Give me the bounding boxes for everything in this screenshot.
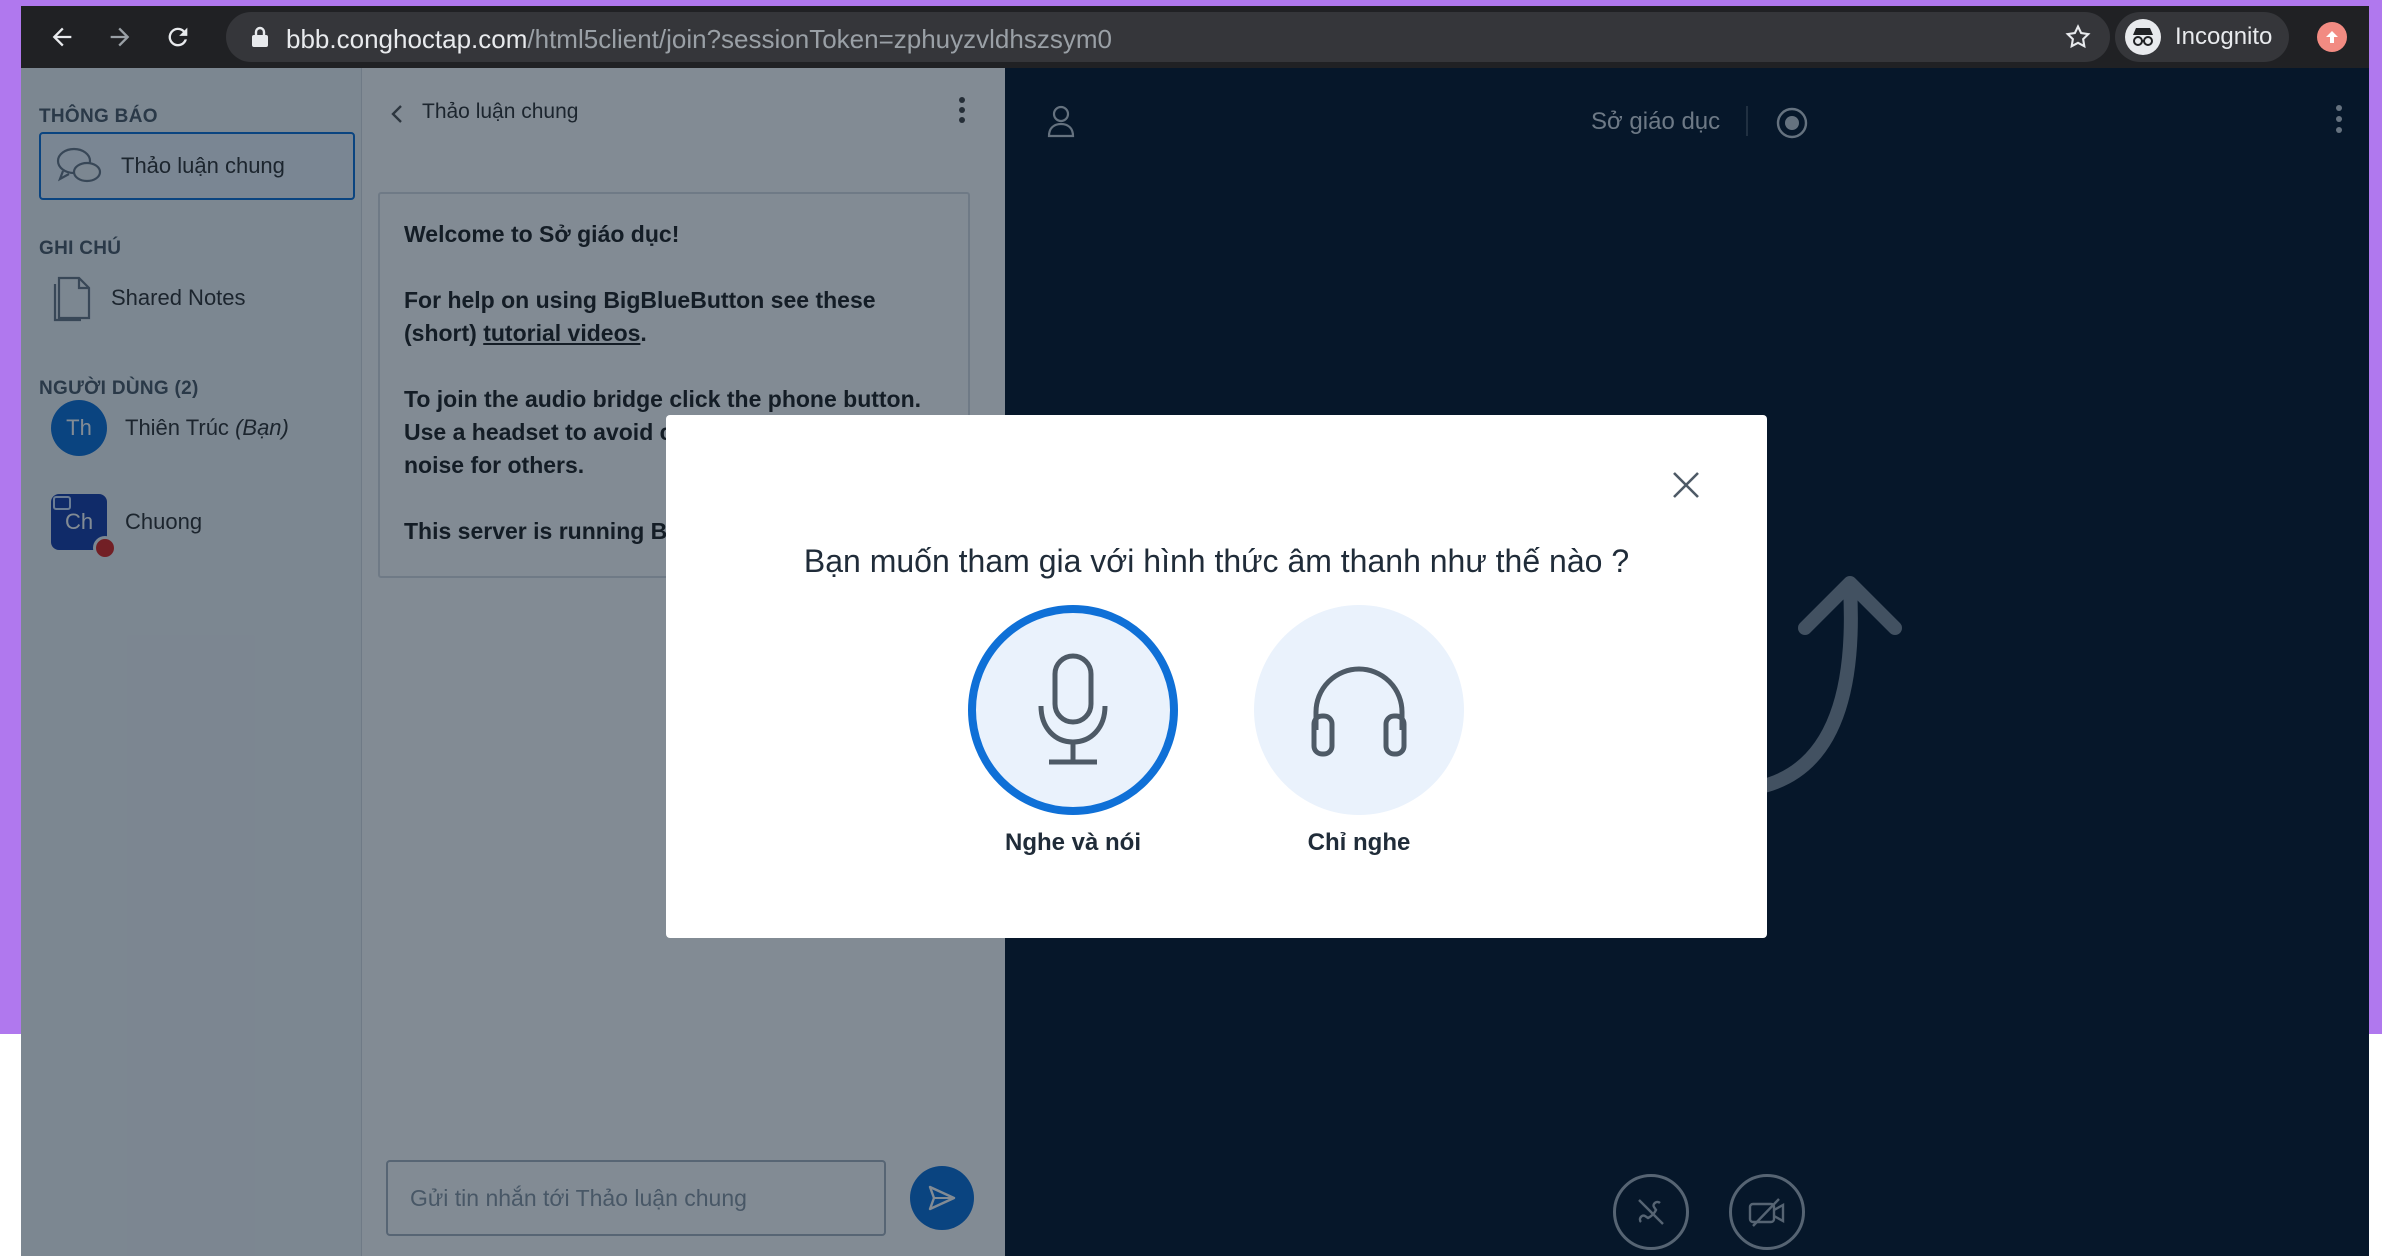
update-button[interactable]	[2317, 22, 2347, 52]
microphone-icon	[1038, 653, 1108, 765]
listen-only-option-circle[interactable]	[1254, 605, 1464, 815]
address-bar[interactable]: bbb.conghoctap.com/html5client/join?sess…	[226, 12, 2110, 62]
browser-toolbar: bbb.conghoctap.com/html5client/join?sess…	[21, 6, 2369, 68]
forward-arrow-icon	[110, 27, 130, 47]
microphone-option-circle[interactable]	[968, 605, 1178, 815]
url-path: /html5client/join?sessionToken=zphuyzvld…	[527, 24, 1112, 54]
reload-button[interactable]	[161, 20, 195, 54]
lock-icon	[252, 26, 268, 47]
headphones-icon	[1311, 666, 1407, 757]
microphone-option[interactable]: Nghe và nói	[968, 605, 1178, 857]
reload-icon	[168, 27, 188, 47]
close-modal-button[interactable]	[1666, 465, 1706, 505]
close-icon	[1673, 472, 1699, 498]
bookmark-star-icon[interactable]	[2064, 23, 2092, 51]
listen-only-option[interactable]: Chỉ nghe	[1254, 605, 1464, 857]
url-text: bbb.conghoctap.com/html5client/join?sess…	[286, 24, 1112, 55]
audio-modal: Bạn muốn tham gia với hình thức âm thanh…	[666, 415, 1767, 938]
forward-button[interactable]	[103, 20, 137, 54]
back-arrow-icon	[52, 27, 72, 47]
incognito-badge[interactable]: Incognito	[2115, 12, 2289, 62]
modal-title: Bạn muốn tham gia với hình thức âm thanh…	[803, 543, 1630, 579]
url-host: bbb.conghoctap.com	[286, 24, 528, 54]
back-button[interactable]	[45, 20, 79, 54]
incognito-label: Incognito	[2175, 23, 2273, 50]
microphone-option-label: Nghe và nói	[1004, 829, 1142, 856]
listen-only-option-label: Chỉ nghe	[1307, 829, 1411, 856]
browser-window: bbb.conghoctap.com/html5client/join?sess…	[21, 6, 2369, 1256]
incognito-icon	[2125, 19, 2161, 55]
update-arrow-icon	[2326, 31, 2338, 43]
